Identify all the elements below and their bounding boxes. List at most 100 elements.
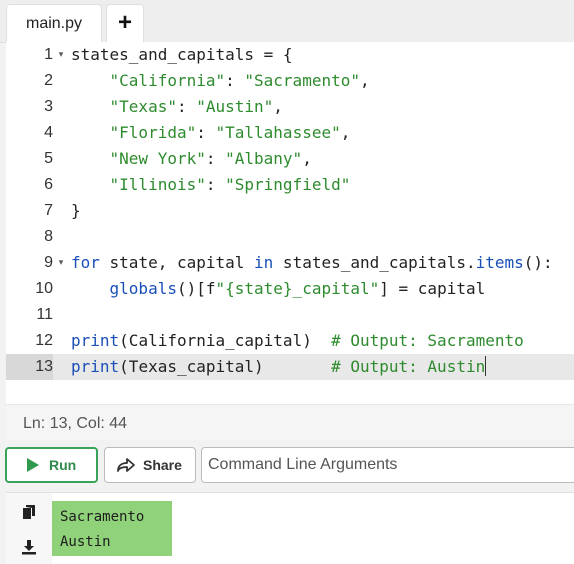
line-number: 2 (44, 72, 53, 89)
copy-icon[interactable] (20, 503, 38, 521)
keyword-token: globals (109, 279, 177, 298)
code-token: states_and_capitals = { (71, 45, 293, 64)
run-label: Run (49, 457, 77, 473)
code-text: print(California_capital) # Output: Sacr… (71, 328, 524, 354)
line-number: 11 (36, 306, 53, 323)
line-number: 9 (44, 254, 53, 271)
code-token: (Texas_capital) (119, 357, 332, 376)
line-number: 10 (35, 280, 53, 297)
code-line[interactable]: 12 print(California_capital) # Output: Sa… (6, 328, 574, 354)
keyword-token: for (71, 253, 100, 272)
code-token: : (196, 123, 216, 142)
tab-bar: main.py + (0, 0, 574, 43)
code-text: states_and_capitals = { (71, 42, 293, 68)
output-line: Austin (60, 534, 111, 550)
code-token: , (273, 97, 283, 116)
line-number: 4 (44, 124, 53, 141)
plus-icon: + (117, 8, 132, 36)
code-text: } (71, 198, 81, 224)
code-text: "California": "Sacramento", (71, 68, 370, 94)
code-editor[interactable]: 1 ▾ states_and_capitals = {2 "California":… (6, 42, 574, 404)
code-token: state, capital (99, 253, 255, 272)
code-line[interactable]: 13 print(Texas_capital) # Output: Austin (6, 354, 574, 380)
line-number: 12 (35, 332, 53, 349)
share-arrow-icon (117, 458, 135, 472)
code-token: (California_capital) (119, 331, 332, 350)
code-token: states_and_capitals. (273, 253, 476, 272)
output-side-toolbar (6, 493, 52, 564)
code-line[interactable]: 7} (6, 198, 574, 224)
line-number: 3 (44, 98, 53, 115)
keyword-token: items (475, 253, 524, 272)
line-number: 7 (44, 202, 53, 219)
program-output: Sacramento Austin (52, 501, 172, 556)
code-line[interactable]: 10 globals()[f"{state}_capital"] = capit… (6, 276, 574, 302)
cursor-position: Ln: 13, Col: 44 (23, 415, 128, 432)
code-token: , (359, 71, 370, 90)
string-token: "Tallahassee" (215, 123, 341, 142)
download-icon[interactable] (20, 538, 38, 556)
code-token: ()[f (176, 279, 216, 298)
string-token: "Illinois" (109, 175, 206, 194)
online-python-ide: main.py + 1 ▾ states_and_capitals = {2 "Ca… (0, 0, 574, 564)
code-text: print(Texas_capital) # Output: Austin (71, 354, 487, 380)
line-number: 8 (44, 228, 53, 245)
keyword-token: print (71, 331, 120, 350)
code-text: "Florida": "Tallahassee", (71, 120, 351, 146)
fold-toggle-icon[interactable]: ▾ (55, 250, 67, 276)
string-token: "{state}_capital" (215, 279, 380, 298)
add-file-button[interactable]: + (106, 4, 144, 42)
line-number: 6 (44, 176, 53, 193)
code-text: "New York": "Albany", (71, 146, 312, 172)
code-line[interactable]: 9 ▾ for state, capital in states_and_capit… (6, 250, 574, 276)
line-number: 1 (44, 46, 53, 63)
code-line[interactable]: 6 "Illinois": "Springfield" (6, 172, 574, 198)
output-panel: Sacramento Austin (6, 492, 574, 564)
code-token: ] = capital (379, 279, 486, 298)
code-text: for state, capital in states_and_capital… (71, 250, 553, 276)
tab-main-py[interactable]: main.py (6, 4, 102, 42)
string-token: "Albany" (225, 149, 303, 168)
command-line-arguments-input[interactable] (201, 447, 574, 483)
code-text: globals()[f"{state}_capital"] = capital (71, 276, 486, 302)
keyword-token: print (71, 357, 120, 376)
comment-token: # Output: Austin (331, 357, 486, 376)
string-token: "Sacramento" (244, 71, 360, 90)
code-token: , (340, 123, 351, 142)
code-token: : (205, 175, 226, 194)
cursor-position-status: Ln: 13, Col: 44 (6, 404, 574, 440)
code-line[interactable]: 1 ▾ states_and_capitals = { (6, 42, 574, 68)
code-token: : (205, 149, 226, 168)
share-label: Share (143, 457, 182, 473)
run-button[interactable]: Run (5, 447, 98, 483)
share-button[interactable]: Share (104, 447, 196, 483)
string-token: "California" (109, 71, 226, 90)
line-number: 13 (6, 354, 53, 380)
code-line[interactable]: 2 "California": "Sacramento", (6, 68, 574, 94)
fold-toggle-icon[interactable]: ▾ (55, 42, 67, 68)
code-token: : (176, 97, 197, 116)
code-line[interactable]: 11 (6, 302, 574, 328)
play-icon (27, 458, 39, 472)
keyword-token: in (254, 253, 274, 272)
toolbar: Run Share (0, 440, 574, 490)
code-token: (): (523, 253, 553, 272)
code-line[interactable]: 4 "Florida": "Tallahassee", (6, 120, 574, 146)
code-line[interactable]: 5 "New York": "Albany", (6, 146, 574, 172)
string-token: "New York" (109, 149, 206, 168)
code-token: , (302, 149, 312, 168)
line-number: 5 (44, 150, 53, 167)
output-line: Sacramento (60, 509, 145, 525)
tab-label: main.py (25, 14, 83, 32)
comment-token: # Output: Sacramento (331, 331, 524, 350)
code-line[interactable]: 3 "Texas": "Austin", (6, 94, 574, 120)
string-token: "Austin" (196, 97, 274, 116)
string-token: "Texas" (109, 97, 177, 116)
code-line[interactable]: 8 (6, 224, 574, 250)
